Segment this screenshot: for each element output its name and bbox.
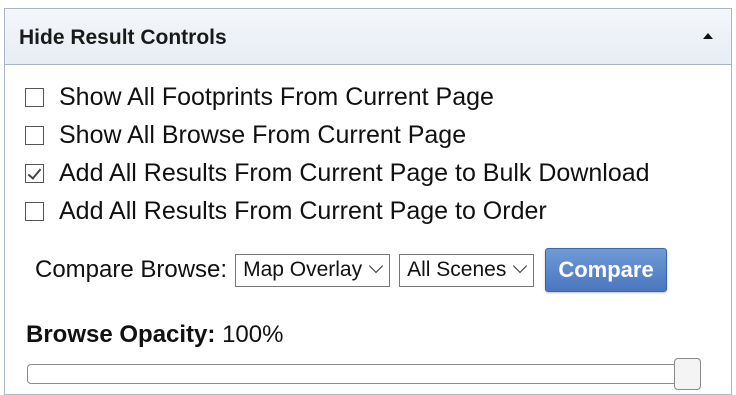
panel-header[interactable]: Hide Result Controls xyxy=(5,9,731,65)
option-bulk-download[interactable]: Add All Results From Current Page to Bul… xyxy=(25,159,650,187)
checkbox-bulk-download[interactable] xyxy=(25,163,44,183)
compare-browse-row: Compare Browse: Map Overlay All Scenes C… xyxy=(35,248,667,292)
compare-scope-select[interactable]: All Scenes xyxy=(399,253,535,287)
result-controls-panel: Hide Result Controls Show All Footprints… xyxy=(4,8,732,395)
option-label: Add All Results From Current Page to Bul… xyxy=(59,159,650,187)
chevron-down-icon xyxy=(514,261,526,273)
triangle-up-icon[interactable] xyxy=(703,33,713,39)
checkbox-show-browse[interactable] xyxy=(25,125,44,145)
chevron-down-icon xyxy=(370,261,382,273)
compare-mode-value: Map Overlay xyxy=(243,258,363,281)
option-add-to-order[interactable]: Add All Results From Current Page to Ord… xyxy=(25,197,547,225)
option-show-browse[interactable]: Show All Browse From Current Page xyxy=(25,121,466,149)
browse-opacity-value: 100% xyxy=(222,321,284,348)
option-label: Show All Footprints From Current Page xyxy=(59,83,494,111)
compare-scope-value: All Scenes xyxy=(407,258,507,281)
panel-title: Hide Result Controls xyxy=(19,26,227,49)
compare-button[interactable]: Compare xyxy=(545,248,667,292)
checkbox-show-footprints[interactable] xyxy=(25,87,44,107)
browse-opacity-row: Browse Opacity: 100% xyxy=(26,321,283,349)
option-show-footprints[interactable]: Show All Footprints From Current Page xyxy=(25,83,494,111)
slider-handle[interactable] xyxy=(674,358,701,390)
checkbox-add-to-order[interactable] xyxy=(25,201,44,221)
option-label: Add All Results From Current Page to Ord… xyxy=(59,197,547,225)
browse-opacity-slider[interactable] xyxy=(27,358,701,390)
option-label: Show All Browse From Current Page xyxy=(59,121,467,149)
browse-opacity-label: Browse Opacity: xyxy=(26,321,216,348)
compare-mode-select[interactable]: Map Overlay xyxy=(235,253,391,287)
compare-browse-label: Compare Browse: xyxy=(35,256,228,283)
